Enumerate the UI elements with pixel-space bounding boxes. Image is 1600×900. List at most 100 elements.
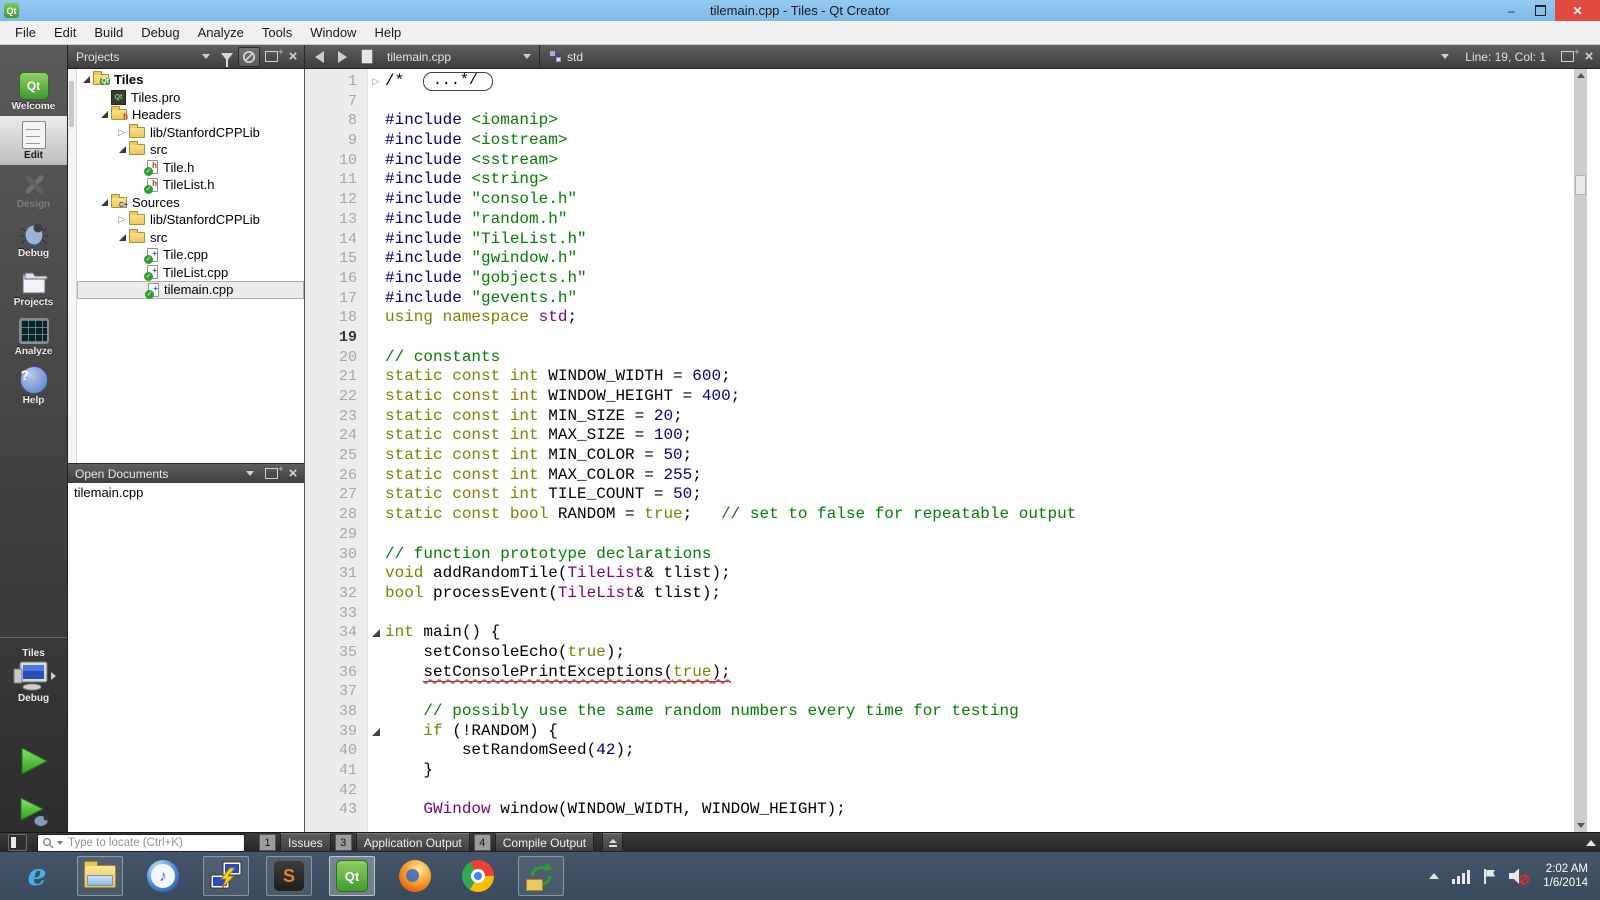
code-line[interactable]: 38 // possibly use the same random numbe…	[305, 702, 1587, 722]
tree-item-src[interactable]: src	[77, 141, 304, 159]
tree-item-tiles[interactable]: QtTiles	[77, 71, 304, 89]
fold-marker[interactable]	[367, 623, 385, 643]
code-editor[interactable]: 1▷/* ...*/78#include <iomanip>9#include …	[305, 69, 1587, 832]
taskbar-remote-desktop[interactable]	[203, 856, 249, 896]
fold-marker[interactable]	[367, 722, 385, 742]
code-line[interactable]: 35 setConsoleEcho(true);	[305, 643, 1587, 663]
tree-item-tiles-pro[interactable]: QtTiles.pro	[77, 89, 304, 107]
filter-button[interactable]	[216, 47, 238, 67]
output-pane-spinner[interactable]	[602, 833, 623, 852]
menu-help[interactable]: Help	[365, 21, 410, 44]
code-line[interactable]: 27static const int TILE_COUNT = 50;	[305, 485, 1587, 505]
tree-expander-icon[interactable]	[97, 111, 111, 118]
code-line[interactable]: 31void addRandomTile(TileList& tlist);	[305, 564, 1587, 584]
toggle-sidebar-button[interactable]	[8, 834, 27, 851]
collapsed-comment-box[interactable]: ...*/	[423, 72, 493, 91]
back-icon[interactable]	[315, 51, 324, 63]
taskbar-sublime-text[interactable]: S	[266, 856, 312, 896]
fold-marker[interactable]: ▷	[367, 72, 385, 92]
output-pane-compile-output[interactable]: Compile Output	[495, 833, 594, 852]
code-line[interactable]: 13#include "random.h"	[305, 210, 1587, 230]
close-pane-button[interactable]: ×	[282, 47, 304, 67]
code-line[interactable]: 10#include <sstream>	[305, 151, 1587, 171]
mode-debug[interactable]: Debug	[0, 214, 67, 263]
tree-expander-icon[interactable]	[79, 76, 93, 83]
tree-expander-icon[interactable]	[115, 146, 129, 153]
close-button[interactable]: ✕	[1555, 0, 1600, 21]
output-pane-application-output[interactable]: Application Output	[356, 833, 470, 852]
kit-selector[interactable]: Tiles Debug	[0, 637, 67, 706]
network-icon[interactable]	[1452, 869, 1470, 884]
code-line[interactable]: 19	[305, 328, 1587, 348]
menu-debug[interactable]: Debug	[132, 21, 188, 44]
forward-icon[interactable]	[338, 51, 347, 63]
mode-projects[interactable]: Projects	[0, 263, 67, 312]
code-line[interactable]: 14#include "TileList.h"	[305, 230, 1587, 250]
code-line[interactable]: 11#include <string>	[305, 170, 1587, 190]
taskbar-internet-explorer[interactable]: e	[14, 856, 60, 896]
tree-item-headers[interactable]: hHeaders	[77, 106, 304, 124]
locator-input[interactable]	[66, 836, 240, 850]
maximize-button[interactable]	[1526, 0, 1555, 21]
code-line[interactable]: 28static const bool RANDOM = true; // se…	[305, 505, 1587, 525]
pane-selector[interactable]: Projects	[68, 45, 216, 68]
menu-tools[interactable]: Tools	[253, 21, 301, 44]
code-line[interactable]: 25static const int MIN_COLOR = 50;	[305, 446, 1587, 466]
scroll-up-button[interactable]	[1574, 69, 1587, 82]
menu-analyze[interactable]: Analyze	[189, 21, 253, 44]
sync-with-editor-button[interactable]	[238, 47, 260, 67]
code-line[interactable]: 41 }	[305, 761, 1587, 781]
tree-item-tilemain-cpp[interactable]: +✓tilemain.cpp	[77, 281, 304, 299]
minimize-button[interactable]: –	[1497, 0, 1526, 21]
tree-expander-icon[interactable]	[97, 199, 111, 206]
code-line[interactable]: 40 setRandomSeed(42);	[305, 741, 1587, 761]
editor-scrollbar[interactable]	[1574, 69, 1587, 832]
code-line[interactable]: 34int main() {	[305, 623, 1587, 643]
action-center-flag-icon[interactable]	[1483, 869, 1496, 884]
mode-edit[interactable]: Edit	[0, 116, 67, 165]
code-line[interactable]: 7	[305, 92, 1587, 112]
close-pane-button[interactable]: ×	[282, 464, 304, 484]
tree-item-tile-cpp[interactable]: +✓Tile.cpp	[77, 246, 304, 264]
menu-build[interactable]: Build	[85, 21, 132, 44]
code-line[interactable]: 15#include "gwindow.h"	[305, 249, 1587, 269]
menu-file[interactable]: File	[6, 21, 45, 44]
code-line[interactable]: 24static const int MAX_SIZE = 100;	[305, 426, 1587, 446]
mode-welcome[interactable]: QtWelcome	[0, 67, 67, 116]
code-line[interactable]: 23static const int MIN_SIZE = 20;	[305, 407, 1587, 427]
split-pane-button[interactable]	[260, 464, 282, 484]
code-line[interactable]: 8#include <iomanip>	[305, 111, 1587, 131]
taskbar-qt-creator[interactable]: Qt	[329, 856, 375, 896]
code-line[interactable]: 22static const int WINDOW_HEIGHT = 400;	[305, 387, 1587, 407]
close-editor-button[interactable]: ×	[1578, 47, 1600, 67]
show-hidden-icons-button[interactable]	[1429, 873, 1439, 879]
code-line[interactable]: 12#include "console.h"	[305, 190, 1587, 210]
volume-muted-icon[interactable]	[1509, 868, 1530, 885]
scrollbar-thumb[interactable]	[1575, 175, 1586, 195]
tree-expander-icon[interactable]: ▷	[115, 214, 129, 225]
code-line[interactable]: 29	[305, 525, 1587, 545]
symbol-selector[interactable]: std	[542, 45, 1455, 68]
code-line[interactable]: 16#include "gobjects.h"	[305, 269, 1587, 289]
menu-edit[interactable]: Edit	[45, 21, 85, 44]
code-line[interactable]: 37	[305, 682, 1587, 702]
code-line[interactable]: 39 if (!RANDOM) {	[305, 722, 1587, 742]
split-pane-button[interactable]	[260, 47, 282, 67]
split-editor-button[interactable]	[1556, 47, 1578, 67]
code-line[interactable]: 43 GWindow window(WINDOW_WIDTH, WINDOW_H…	[305, 800, 1587, 820]
clock[interactable]: 2:02 AM 1/6/2014	[1543, 862, 1588, 890]
taskbar-firefox[interactable]	[392, 856, 438, 896]
tree-item-src[interactable]: src	[77, 229, 304, 247]
scroll-down-button[interactable]	[1574, 819, 1587, 832]
taskbar-chrome[interactable]	[455, 856, 501, 896]
code-line[interactable]: 9#include <iostream>	[305, 131, 1587, 151]
code-line[interactable]: 20// constants	[305, 348, 1587, 368]
code-line[interactable]: 17#include "gevents.h"	[305, 289, 1587, 309]
taskbar-itunes[interactable]: ♪	[140, 856, 186, 896]
tree-item-tilelist-h[interactable]: h✓TileList.h	[77, 176, 304, 194]
tree-item-sources[interactable]: C+Sources	[77, 194, 304, 212]
open-file-selector[interactable]: tilemain.cpp	[379, 45, 537, 68]
output-pane-issues[interactable]: Issues	[280, 833, 331, 852]
tree-item-lib-stanfordcpplib[interactable]: ▷lib/StanfordCPPLib	[77, 211, 304, 229]
code-line[interactable]: 32bool processEvent(TileList& tlist);	[305, 584, 1587, 604]
